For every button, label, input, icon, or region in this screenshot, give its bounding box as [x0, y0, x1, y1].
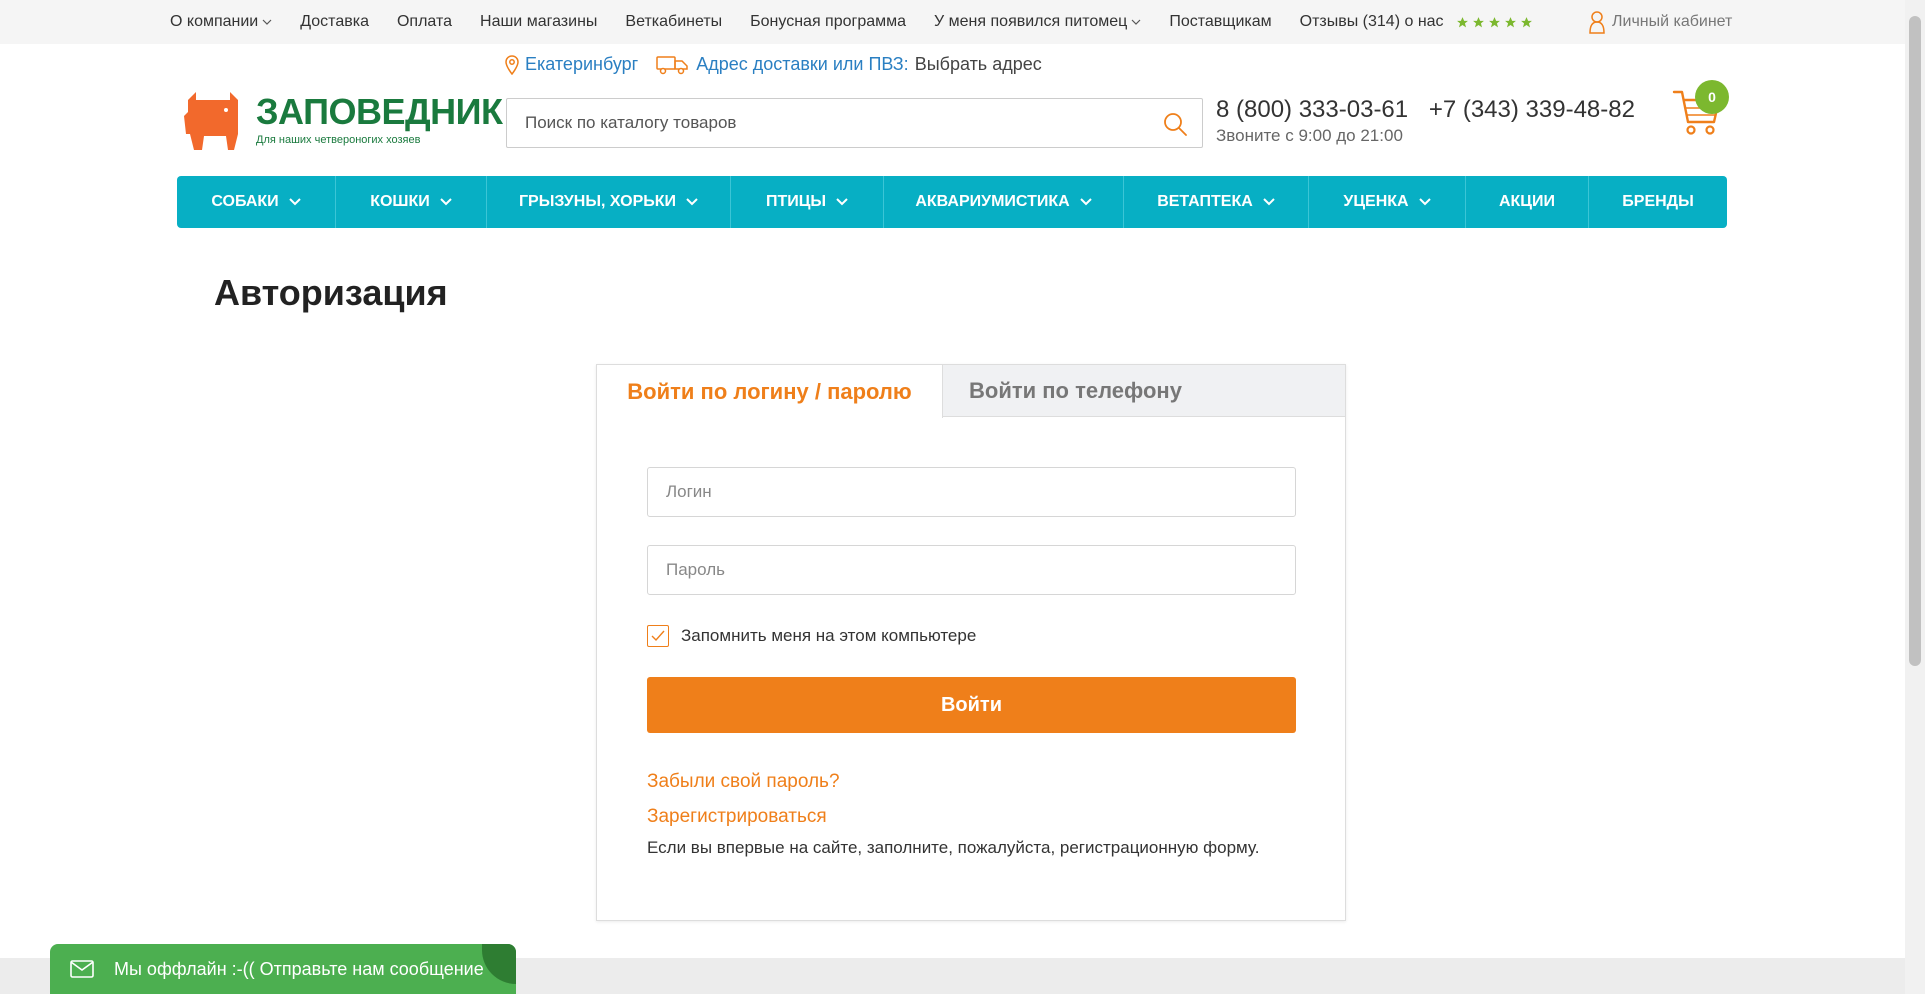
remember-me-checkbox[interactable] [647, 625, 669, 647]
topnav-item-label: У меня появился питомец [934, 13, 1128, 30]
nav-item-dogs[interactable]: СОБАКИ [177, 176, 336, 228]
nav-item-label: БРЕНДЫ [1622, 193, 1694, 210]
remember-me: Запомнить меня на этом компьютере [647, 625, 976, 647]
topnav-item-suppliers[interactable]: Поставщикам [1169, 13, 1271, 31]
page-title: Авторизация [214, 272, 448, 313]
delivery-label: Адрес доставки или ПВЗ: [696, 54, 909, 74]
search-box [506, 98, 1203, 148]
call-hours: Звоните с 9:00 до 21:00 [1216, 126, 1403, 145]
topnav-item-vet-offices[interactable]: Веткабинеты [625, 13, 722, 31]
password-input[interactable] [648, 546, 1295, 594]
chevron-down-icon [1131, 19, 1141, 25]
star-icon [1488, 16, 1500, 27]
topnav-item-stores[interactable]: Наши магазины [480, 13, 597, 31]
city-selector[interactable]: Екатеринбург [505, 54, 638, 75]
chat-widget[interactable]: Мы оффлайн :-(( Отправьте нам сообщение [50, 944, 516, 994]
topnav-item-label: Оплата [396, 13, 453, 30]
nav-item-label: АКЦИИ [1498, 193, 1555, 210]
checkmark-icon [651, 630, 665, 642]
topnav-item-label: Отзывы (314) о нас [1299, 13, 1444, 30]
star-icon [1520, 16, 1532, 27]
star-icon [1504, 16, 1516, 27]
phone-local[interactable]: +7 (343) 339-48-82 [1429, 96, 1635, 123]
contact-phones: 8 (800) 333-03-61 +7 (343) 339-48-82 Зво… [1216, 96, 1635, 146]
topnav-item-delivery[interactable]: Доставка [300, 13, 369, 31]
topnav-item-label: Веткабинеты [625, 13, 723, 30]
password-field-wrapper [647, 545, 1296, 595]
auth-tabs: Войти по логину / паролю Войти по телефо… [597, 365, 1345, 418]
chevron-down-icon [836, 198, 848, 206]
nav-item-label: АКВАРИУМИСТИКА [915, 193, 1070, 210]
chevron-down-icon [1263, 198, 1275, 206]
login-input[interactable] [648, 468, 1295, 516]
chevron-down-icon [686, 198, 698, 206]
star-icon [1472, 16, 1484, 27]
topnav-item-new-pet[interactable]: У меня появился питомец [934, 13, 1141, 31]
truck-icon [656, 55, 688, 74]
map-pin-icon [505, 54, 519, 75]
nav-item-aquarium[interactable]: АКВАРИУМИСТИКА [884, 176, 1124, 228]
topnav-item-label: Поставщикам [1169, 13, 1272, 30]
chevron-down-icon [1079, 198, 1092, 206]
user-icon [1589, 11, 1605, 34]
main-nav: СОБАКИ КОШКИ ГРЫЗУНЫ, ХОРЬКИ ПТИЦЫ АКВАР… [177, 176, 1727, 228]
chat-text: Мы оффлайн :-(( Отправьте нам сообщение [114, 958, 484, 979]
topnav-item-reviews[interactable]: Отзывы (314) о нас [1300, 13, 1533, 31]
topnav-item-bonus[interactable]: Бонусная программа [750, 13, 906, 31]
rating-stars [1456, 16, 1533, 29]
delivery-address-link[interactable]: Адрес доставки или ПВЗ: [656, 54, 909, 75]
remember-me-label: Запомнить меня на этом компьютере [681, 626, 977, 645]
auth-form: Войти по логину / паролю Войти по телефо… [596, 364, 1346, 921]
search-input[interactable] [525, 99, 1125, 147]
star-icon [1456, 16, 1468, 27]
nav-item-vet-pharmacy[interactable]: ВЕТАПТЕКА [1124, 176, 1309, 228]
top-nav: О компании Доставка Оплата Наши магазины… [170, 0, 1533, 44]
nav-item-label: ВЕТАПТЕКА [1157, 193, 1253, 210]
topnav-item-label: Наши магазины [480, 13, 598, 30]
logo-mark-icon [184, 92, 238, 150]
chevron-down-icon [1418, 198, 1431, 206]
chevron-down-icon [262, 19, 272, 25]
cart-count-badge: 0 [1695, 80, 1729, 114]
nav-item-birds[interactable]: ПТИЦЫ [731, 176, 884, 228]
nav-item-promotions[interactable]: АКЦИИ [1466, 176, 1589, 228]
chevron-down-icon [440, 198, 452, 206]
topnav-item-label: Бонусная программа [750, 13, 907, 30]
login-field-wrapper [647, 467, 1296, 517]
tab-phone[interactable]: Войти по телефону [943, 365, 1345, 417]
nav-item-cats[interactable]: КОШКИ [336, 176, 487, 228]
login-submit-button[interactable]: Войти [647, 677, 1296, 733]
nav-item-rodents[interactable]: ГРЫЗУНЫ, ХОРЬКИ [487, 176, 731, 228]
city-label: Екатеринбург [525, 54, 639, 74]
nav-item-label: СОБАКИ [211, 193, 279, 210]
nav-item-label: ПТИЦЫ [765, 193, 827, 210]
tab-login-password[interactable]: Войти по логину / паролю [597, 365, 943, 418]
nav-item-label: КОШКИ [370, 193, 430, 210]
nav-item-label: УЦЕНКА [1343, 193, 1409, 210]
phone-free[interactable]: 8 (800) 333-03-61 [1216, 96, 1408, 123]
topnav-item-payment[interactable]: Оплата [397, 13, 452, 31]
site-logo[interactable]: ЗАПОВЕДНИК Для наших четвероногих хозяев [180, 88, 503, 154]
chevron-down-icon [288, 198, 301, 206]
chat-corner-decoration [482, 944, 516, 984]
choose-address-link[interactable]: Выбрать адрес [915, 54, 1042, 75]
personal-cabinet-link[interactable]: Личный кабинет [1588, 0, 1732, 44]
top-bar: О компании Доставка Оплата Наши магазины… [0, 0, 1905, 44]
scrollbar-thumb[interactable] [1909, 16, 1921, 666]
forgot-password-link[interactable]: Забыли свой пароль? [647, 771, 840, 793]
logo-text: ЗАПОВЕДНИК [256, 91, 503, 132]
topnav-item-company[interactable]: О компании [170, 13, 272, 31]
register-note: Если вы впервые на сайте, заполните, пож… [647, 838, 1260, 857]
nav-item-label: ГРЫЗУНЫ, ХОРЬКИ [518, 193, 677, 210]
search-icon[interactable] [1162, 111, 1188, 137]
nav-item-brands[interactable]: БРЕНДЫ [1589, 176, 1727, 228]
nav-item-discount[interactable]: УЦЕНКА [1309, 176, 1466, 228]
location-row: Екатеринбург Адрес доставки или ПВЗ: Выб… [505, 54, 1042, 75]
register-link[interactable]: Зарегистрироваться [647, 806, 827, 828]
logo-tagline: Для наших четвероногих хозяев [256, 134, 421, 146]
topnav-item-label: Доставка [300, 13, 369, 30]
topnav-item-label: О компании [170, 13, 259, 30]
cabinet-label: Личный кабинет [1612, 13, 1733, 30]
envelope-icon [70, 960, 94, 978]
